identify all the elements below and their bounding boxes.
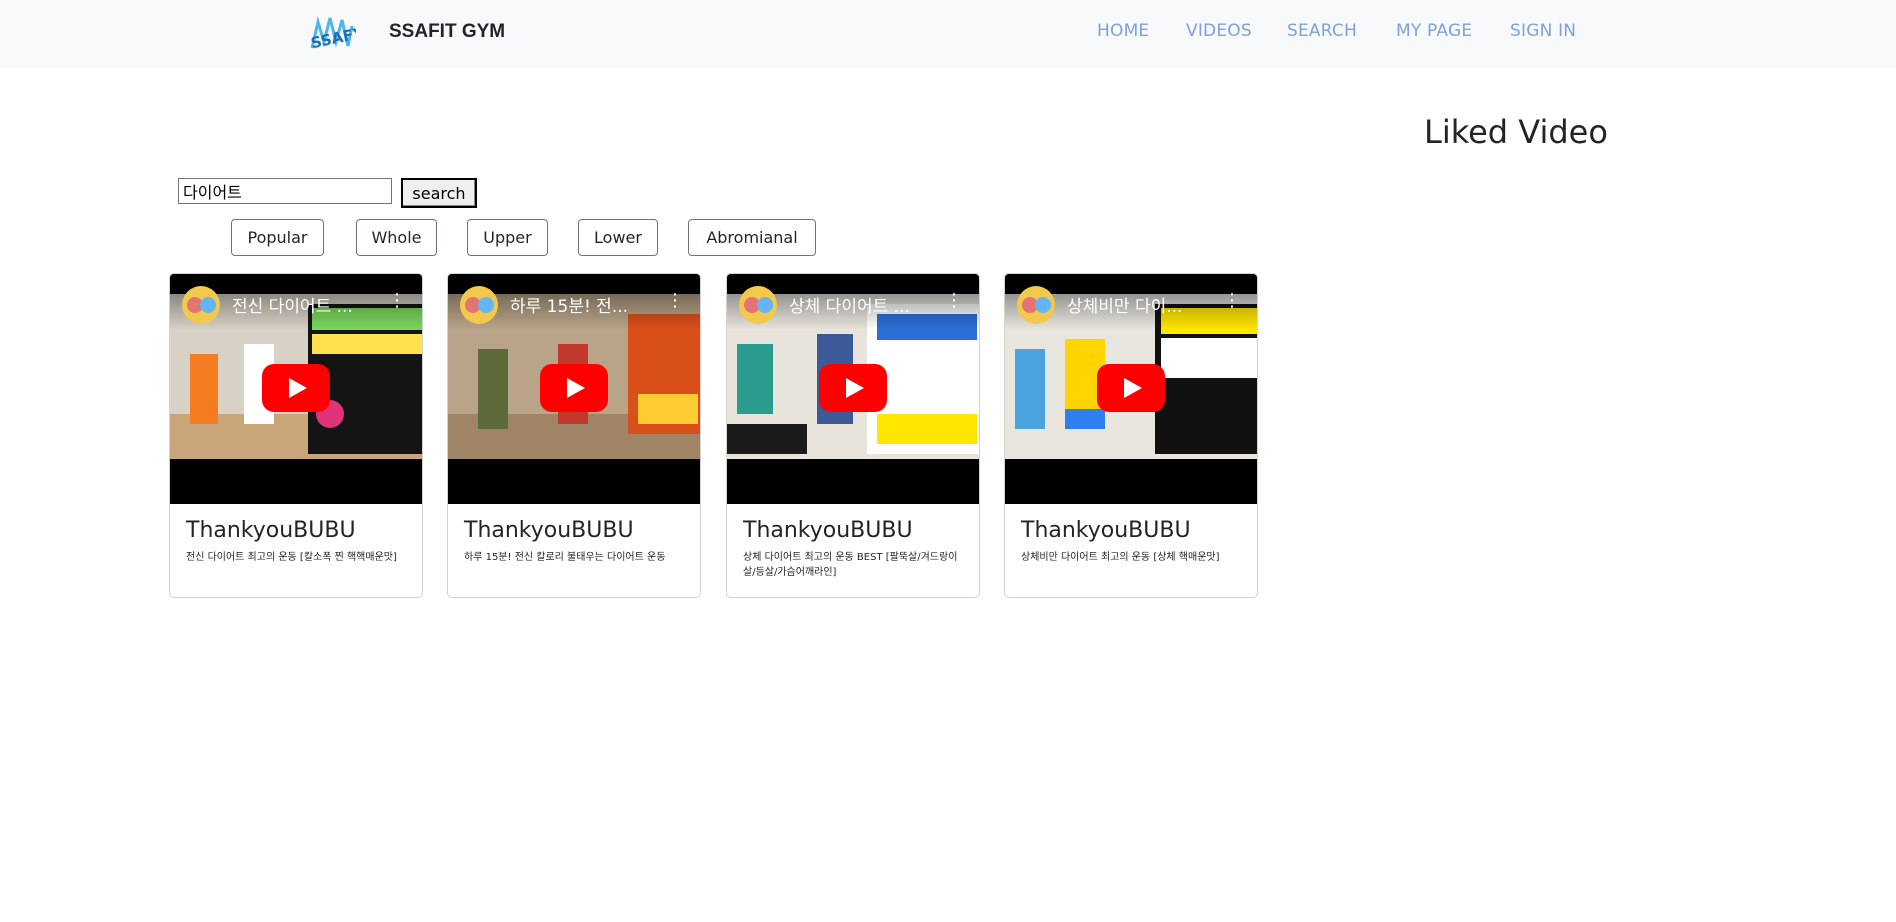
play-button-icon[interactable]	[1097, 364, 1165, 412]
play-button-icon[interactable]	[262, 364, 330, 412]
channel-avatar[interactable]	[460, 286, 498, 324]
video-description: 하루 15분! 전신 칼로리 불태우는 다이어트 운동	[464, 552, 666, 563]
channel-avatar[interactable]	[1017, 286, 1055, 324]
video-embed[interactable]: 전신 다이어트 ... ⋮	[170, 274, 422, 504]
nav-my-page[interactable]: MY PAGE	[1396, 21, 1472, 41]
video-title[interactable]: 전신 다이어트 ...	[232, 292, 382, 317]
more-options-icon[interactable]: ⋮	[388, 290, 406, 312]
nav-sign-in[interactable]: SIGN IN	[1510, 21, 1576, 41]
video-card[interactable]: 상체 다이어트 ... ⋮ ThankyouBUBU 상체 다이어트 최고의 운…	[726, 273, 980, 598]
play-button-icon[interactable]	[540, 364, 608, 412]
category-whole-button[interactable]: Whole	[356, 219, 437, 256]
more-options-icon[interactable]: ⋮	[1223, 290, 1241, 312]
video-description: 상체비만 다이어트 최고의 운동 [상체 핵매운맛]	[1021, 552, 1220, 563]
video-card[interactable]: 상체비만 다이... ⋮ ThankyouBUBU 상체비만 다이어트 최고의 …	[1004, 273, 1258, 598]
channel-name: ThankyouBUBU	[186, 518, 356, 543]
channel-avatar[interactable]	[739, 286, 777, 324]
video-card[interactable]: 하루 15분! 전... ⋮ ThankyouBUBU 하루 15분! 전신 칼…	[447, 273, 701, 598]
category-lower-button[interactable]: Lower	[578, 219, 658, 256]
video-embed[interactable]: 하루 15분! 전... ⋮	[448, 274, 700, 504]
video-title[interactable]: 상체 다이어트 ...	[789, 292, 939, 317]
nav-home[interactable]: HOME	[1097, 21, 1149, 41]
channel-name: ThankyouBUBU	[743, 518, 913, 543]
liked-video-title: Liked Video	[1424, 113, 1608, 151]
brand-name[interactable]: SSAFIT GYM	[389, 21, 505, 43]
nav-search[interactable]: SEARCH	[1287, 21, 1357, 41]
video-title[interactable]: 하루 15분! 전...	[510, 292, 660, 317]
nav-videos[interactable]: VIDEOS	[1186, 21, 1252, 41]
channel-name: ThankyouBUBU	[464, 518, 634, 543]
search-input[interactable]	[178, 178, 392, 204]
category-popular-button[interactable]: Popular	[231, 219, 324, 256]
channel-avatar[interactable]	[182, 286, 220, 324]
search-button[interactable]: search	[401, 178, 477, 208]
video-embed[interactable]: 상체 다이어트 ... ⋮	[727, 274, 979, 504]
category-upper-button[interactable]: Upper	[467, 219, 548, 256]
category-abdominal-button[interactable]: Abromianal	[688, 219, 816, 256]
video-description: 상체 다이어트 최고의 운동 BEST [팔뚝살/겨드랑이살/등살/가슴어깨라인…	[743, 552, 958, 578]
video-embed[interactable]: 상체비만 다이... ⋮	[1005, 274, 1257, 504]
channel-name: ThankyouBUBU	[1021, 518, 1191, 543]
more-options-icon[interactable]: ⋮	[666, 290, 684, 312]
video-description: 전신 다이어트 최고의 운동 [칼소폭 찐 핵핵매운맛]	[186, 552, 397, 563]
more-options-icon[interactable]: ⋮	[945, 290, 963, 312]
video-title[interactable]: 상체비만 다이...	[1067, 292, 1217, 317]
navbar: SSAFY SSAFIT GYM HOME VIDEOS SEARCH MY P…	[0, 0, 1896, 68]
video-card[interactable]: 전신 다이어트 ... ⋮ ThankyouBUBU 전신 다이어트 최고의 운…	[169, 273, 423, 598]
play-button-icon[interactable]	[819, 364, 887, 412]
ssafy-logo[interactable]: SSAFY	[308, 12, 367, 56]
